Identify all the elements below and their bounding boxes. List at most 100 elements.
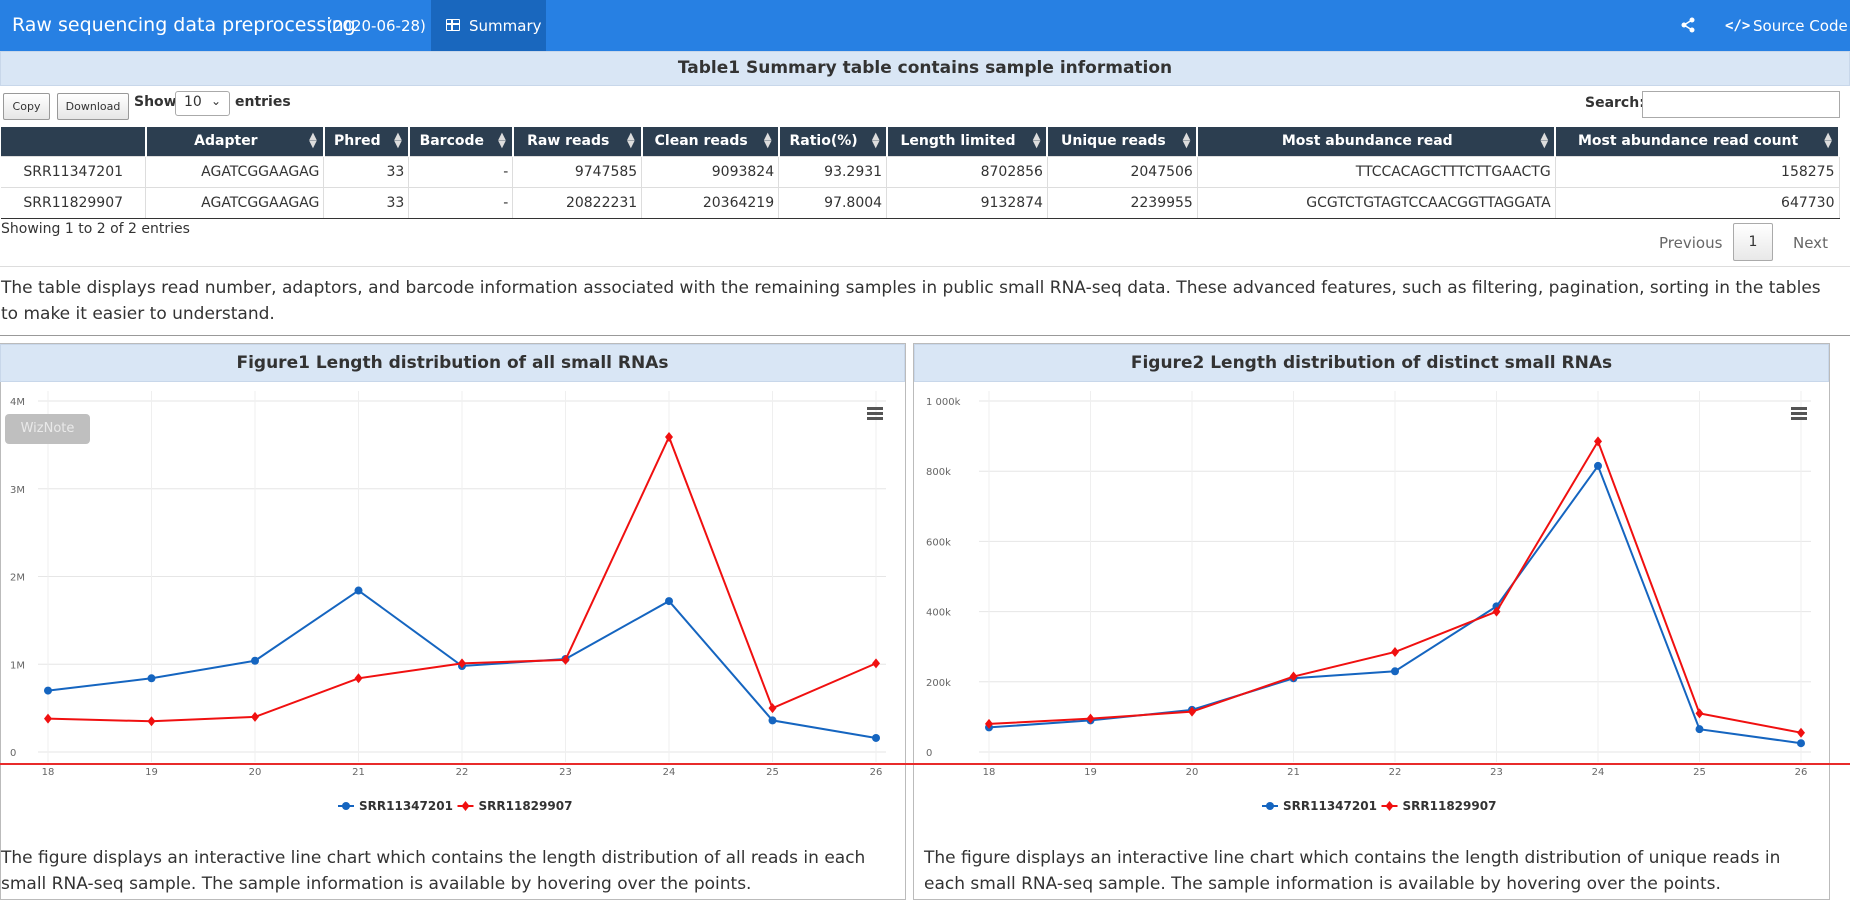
- x-tick-label: 21: [1287, 767, 1300, 778]
- table-cell: 20822231: [512, 186, 643, 219]
- data-point: [1695, 725, 1704, 734]
- x-tick-label: 22: [456, 767, 469, 778]
- figure2-title: Figure2 Length distribution of distinct …: [914, 344, 1829, 382]
- data-point: [147, 674, 156, 683]
- column-header-unique-reads[interactable]: Unique reads ▲ ▼: [1047, 127, 1199, 156]
- legend-marker: [1385, 801, 1394, 811]
- search-input[interactable]: [1642, 91, 1840, 118]
- y-tick-label: 0: [926, 748, 932, 759]
- download-button[interactable]: Download: [57, 93, 129, 120]
- column-header-length-limited[interactable]: Length limited ▲ ▼: [886, 127, 1049, 156]
- figure1-chart[interactable]: 0 1M 2M 3M 4M 18 19 20 21 22 23 24 25 26 SRR11347201 SR…: [0, 390, 905, 820]
- column-header-most-abundance-read-count[interactable]: Most abundance read count ▲ ▼: [1555, 127, 1840, 156]
- column-header-sample[interactable]: [1, 127, 147, 156]
- table-cell: SRR11347201: [1, 155, 147, 187]
- data-point: [768, 716, 777, 725]
- data-point: [665, 597, 673, 606]
- table-header-row: Adapter ▲ ▼ Phred ▲ ▼ Barcode ▲ ▼ Raw reads ▲ ▼ …: [1, 127, 1840, 156]
- table-cell: AGATCGGAAGAG: [145, 155, 325, 187]
- tab-summary-label: Summary: [469, 17, 542, 35]
- table-cell: 33: [323, 186, 410, 219]
- legend-label: SRR11347201: [1283, 799, 1377, 813]
- data-point: [872, 658, 880, 669]
- data-point: [251, 711, 259, 722]
- figure2-title-text: Figure2 Length distribution of distinct …: [1130, 353, 1613, 373]
- sort-icon: ▲ ▼: [1182, 131, 1191, 150]
- data-point: [354, 673, 363, 684]
- sort-icon: ▲ ▼: [498, 131, 506, 150]
- pagination-previous[interactable]: Previous: [1659, 234, 1722, 252]
- x-tick-label: 24: [663, 767, 676, 778]
- y-tick-label: 800k: [926, 467, 951, 478]
- y-tick-label: 600k: [926, 537, 951, 548]
- table-cell: -: [408, 186, 514, 219]
- tab-summary[interactable]: Summary: [431, 0, 546, 51]
- entries-select[interactable]: 10 ⌄: [175, 91, 230, 116]
- sort-icon: ▲ ▼: [1032, 131, 1041, 150]
- figure2-chart[interactable]: 0 200k 400k 600k 800k 1 000k 18 19 20 21 22 23 24 25 2…: [914, 390, 1829, 820]
- chevron-down-icon: ⌄: [210, 94, 221, 108]
- table-cell: 9132874: [886, 186, 1048, 219]
- divider: [0, 266, 1850, 267]
- chart-menu-icon[interactable]: [867, 407, 883, 420]
- legend-label: SRR11829907: [479, 799, 573, 813]
- wiznote-watermark[interactable]: WizNote: [5, 414, 90, 444]
- source-code-link[interactable]: Source Code: [1753, 17, 1848, 35]
- data-point: [147, 716, 156, 727]
- legend-label: SRR11347201: [359, 799, 453, 813]
- legend-marker: [461, 801, 470, 811]
- table-cell: TTCCACAGCTTTCTTGAACTG: [1197, 155, 1556, 187]
- sort-icon: ▲ ▼: [763, 131, 772, 150]
- data-point: [354, 586, 363, 595]
- data-point: [1391, 667, 1399, 676]
- x-tick-label: 20: [249, 767, 262, 778]
- data-point: [1594, 461, 1602, 470]
- table-cell: -: [408, 155, 514, 187]
- column-header-phred[interactable]: Phred ▲ ▼: [323, 127, 410, 156]
- app-title[interactable]: Raw sequencing data preprocessing: [12, 14, 356, 36]
- x-tick-label: 25: [1693, 767, 1706, 778]
- column-header-clean-reads[interactable]: Clean reads ▲ ▼: [641, 127, 780, 156]
- table-cell: 9747585: [512, 155, 643, 187]
- x-tick-label: 23: [1490, 767, 1503, 778]
- y-tick-label: 4M: [10, 397, 25, 408]
- sort-icon: ▲ ▼: [1824, 131, 1832, 150]
- pagination-next[interactable]: Next: [1793, 234, 1828, 252]
- copy-button[interactable]: Copy: [3, 93, 50, 120]
- table-info: Showing 1 to 2 of 2 entries: [1, 221, 190, 237]
- x-tick-label: 26: [1795, 767, 1808, 778]
- x-tick-label: 22: [1389, 767, 1402, 778]
- column-header-ratio[interactable]: Ratio(%) ▲ ▼: [778, 127, 888, 156]
- table-cell: 20364219: [641, 186, 780, 219]
- code-icon[interactable]: </>: [1725, 18, 1750, 34]
- table-cell: 93.2931: [778, 155, 888, 187]
- pagination-page-1[interactable]: 1: [1733, 223, 1773, 261]
- column-header-raw-reads[interactable]: Raw reads ▲ ▼: [512, 127, 643, 156]
- figure1-title: Figure1 Length distribution of all small…: [0, 344, 905, 382]
- chart-menu-icon[interactable]: [1791, 407, 1807, 420]
- x-tick-label: 18: [42, 767, 55, 778]
- x-tick-label: 26: [870, 767, 883, 778]
- data-point: [1695, 708, 1704, 719]
- sort-icon: ▲ ▼: [1540, 131, 1549, 150]
- table-cell: 97.8004: [778, 186, 888, 219]
- x-tick-label: 18: [983, 767, 996, 778]
- top-navbar: Raw sequencing data preprocessing (2020-…: [0, 0, 1850, 51]
- column-header-barcode[interactable]: Barcode ▲ ▼: [408, 127, 514, 156]
- data-point: [44, 686, 52, 695]
- divider: [0, 335, 1850, 336]
- sort-icon: ▲ ▼: [394, 131, 402, 150]
- share-icon[interactable]: [1680, 17, 1696, 33]
- y-tick-label: 200k: [926, 678, 951, 689]
- x-tick-label: 19: [1084, 767, 1097, 778]
- sort-icon: ▲ ▼: [309, 131, 317, 150]
- column-header-adapter[interactable]: Adapter ▲ ▼: [145, 127, 325, 156]
- table-cell: 2239955: [1047, 186, 1198, 219]
- show-label: Show: [134, 94, 177, 110]
- x-tick-label: 19: [145, 767, 158, 778]
- column-header-most-abundance-read[interactable]: Most abundance read ▲ ▼: [1197, 127, 1557, 156]
- entries-label: entries: [235, 94, 291, 110]
- table-row[interactable]: SRR11829907 AGATCGGAAGAG 33 - 20822231 2…: [1, 186, 1840, 219]
- table-cell: AGATCGGAAGAG: [145, 186, 325, 219]
- table-row[interactable]: SRR11347201 AGATCGGAAGAG 33 - 9747585 90…: [1, 155, 1840, 187]
